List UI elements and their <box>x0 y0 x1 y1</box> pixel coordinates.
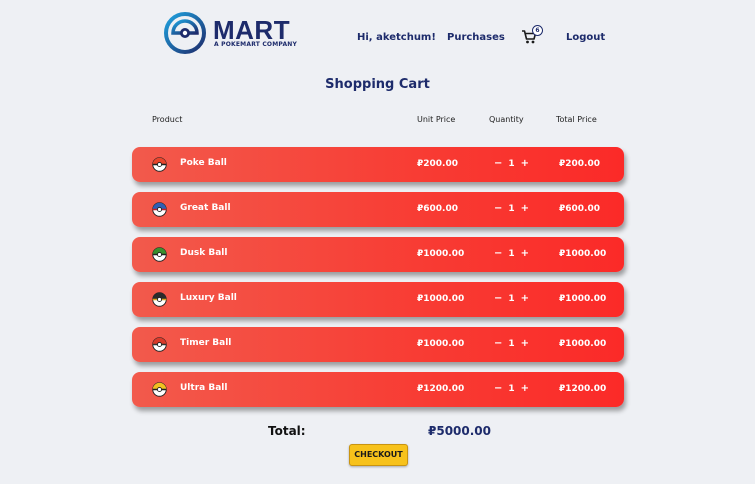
column-header-total-price: Total Price <box>556 115 597 124</box>
decrease-quantity-button[interactable]: − <box>492 293 504 304</box>
decrease-quantity-button[interactable]: − <box>492 203 504 214</box>
quantity-stepper: −1 + <box>492 158 531 169</box>
cart-button[interactable]: 6 <box>521 25 543 45</box>
decrease-quantity-button[interactable]: − <box>492 338 504 349</box>
increase-quantity-button[interactable]: + <box>519 203 531 214</box>
item-total-price: ₽1000.00 <box>559 294 607 304</box>
cart-item-row: Timer Ball ₽1000.00 −1 + ₽1000.00 <box>132 327 624 362</box>
quantity-value: 1 <box>508 158 515 169</box>
column-header-product: Product <box>152 115 183 124</box>
pokeball-icon <box>152 157 167 172</box>
item-total-price: ₽1200.00 <box>559 384 607 394</box>
decrease-quantity-button[interactable]: − <box>492 383 504 394</box>
cart-item-row: Dusk Ball ₽1000.00 −1 + ₽1000.00 <box>132 237 624 272</box>
item-total-price: ₽1000.00 <box>559 339 607 349</box>
cart-item-row: Poke Ball ₽200.00 −1 + ₽200.00 <box>132 147 624 182</box>
pokeball-icon <box>152 292 167 307</box>
product-name: Poke Ball <box>180 158 227 168</box>
increase-quantity-button[interactable]: + <box>519 383 531 394</box>
product-name: Ultra Ball <box>180 383 228 393</box>
cart-item-row: Ultra Ball ₽1200.00 −1 + ₽1200.00 <box>132 372 624 407</box>
unit-price: ₽1000.00 <box>417 249 465 259</box>
pokeball-icon <box>152 337 167 352</box>
product-name: Timer Ball <box>180 338 232 348</box>
decrease-quantity-button[interactable]: − <box>492 158 504 169</box>
unit-price: ₽1000.00 <box>417 294 465 304</box>
column-header-quantity: Quantity <box>489 115 524 124</box>
pokeball-icon <box>152 247 167 262</box>
product-name: Dusk Ball <box>180 248 228 258</box>
total-label: Total: <box>268 424 306 438</box>
increase-quantity-button[interactable]: + <box>519 158 531 169</box>
logo-subtitle: A POKEMART COMPANY <box>214 41 298 48</box>
column-header-unit-price: Unit Price <box>417 115 456 124</box>
quantity-stepper: −1 + <box>492 293 531 304</box>
cart-item-row: Luxury Ball ₽1000.00 −1 + ₽1000.00 <box>132 282 624 317</box>
unit-price: ₽1000.00 <box>417 339 465 349</box>
purchases-link[interactable]: Purchases <box>447 32 505 43</box>
cart-item-row: Great Ball ₽600.00 −1 + ₽600.00 <box>132 192 624 227</box>
total-value: ₽5000.00 <box>428 424 492 438</box>
unit-price: ₽200.00 <box>417 159 458 169</box>
logout-link[interactable]: Logout <box>566 32 605 43</box>
quantity-value: 1 <box>508 293 515 304</box>
username: aketchum! <box>376 32 436 43</box>
quantity-stepper: −1 + <box>492 383 531 394</box>
unit-price: ₽600.00 <box>417 204 458 214</box>
unit-price: ₽1200.00 <box>417 384 465 394</box>
product-name: Great Ball <box>180 203 231 213</box>
quantity-stepper: −1 + <box>492 248 531 259</box>
increase-quantity-button[interactable]: + <box>519 293 531 304</box>
decrease-quantity-button[interactable]: − <box>492 248 504 259</box>
item-total-price: ₽600.00 <box>559 204 600 214</box>
pokeball-icon <box>152 202 167 217</box>
quantity-value: 1 <box>508 203 515 214</box>
page-title: Shopping Cart <box>325 77 430 92</box>
item-total-price: ₽200.00 <box>559 159 600 169</box>
user-greeting: Hi, aketchum! <box>357 32 436 43</box>
checkout-button[interactable]: CHECKOUT <box>349 444 408 466</box>
pokeball-icon <box>152 382 167 397</box>
logo-icon <box>164 12 206 54</box>
quantity-value: 1 <box>508 383 515 394</box>
product-name: Luxury Ball <box>180 293 237 303</box>
greeting-text: Hi, <box>357 32 377 43</box>
item-total-price: ₽1000.00 <box>559 249 607 259</box>
increase-quantity-button[interactable]: + <box>519 338 531 349</box>
quantity-value: 1 <box>508 248 515 259</box>
quantity-stepper: −1 + <box>492 338 531 349</box>
logo[interactable]: MART A POKEMART COMPANY <box>164 12 299 54</box>
cart-count-badge: 6 <box>532 25 543 36</box>
increase-quantity-button[interactable]: + <box>519 248 531 259</box>
quantity-value: 1 <box>508 338 515 349</box>
quantity-stepper: −1 + <box>492 203 531 214</box>
